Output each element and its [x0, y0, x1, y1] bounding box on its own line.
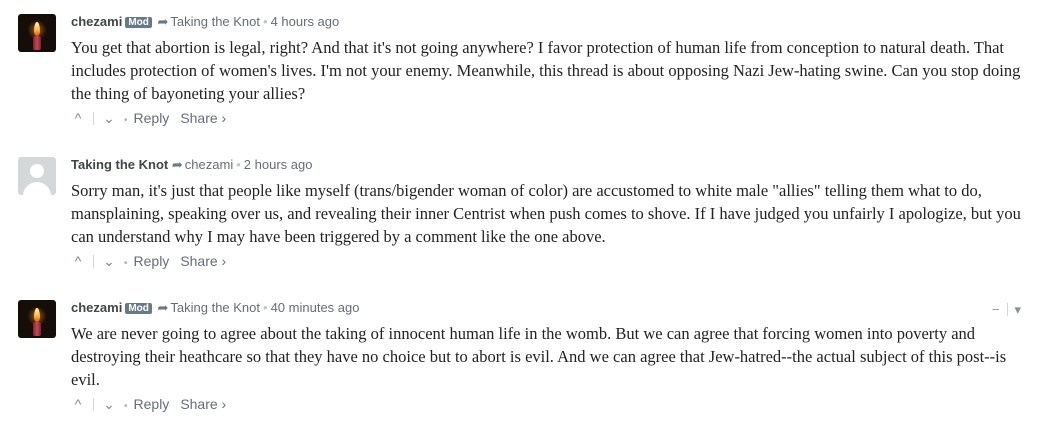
share-button[interactable]: Share › — [180, 396, 226, 412]
default-user-avatar-icon[interactable] — [18, 157, 56, 195]
downvote-icon[interactable]: ⌄ — [102, 252, 116, 270]
comment-header: Taking the Knot ➦ chezami • 2 hours ago — [71, 157, 1033, 173]
vote-divider — [93, 398, 94, 411]
reply-button[interactable]: Reply — [134, 110, 170, 126]
comment-controls: − ▾ — [992, 302, 1021, 318]
timestamp[interactable]: 4 hours ago — [271, 14, 340, 29]
comment-body: You get that abortion is legal, right? A… — [71, 38, 1021, 103]
author-name[interactable]: chezami — [71, 300, 122, 315]
separator-dot: • — [263, 14, 268, 29]
timestamp[interactable]: 2 hours ago — [244, 157, 313, 172]
downvote-icon[interactable]: ⌄ — [102, 395, 116, 413]
comment-footer: ^ ⌄ • Reply Share › — [71, 109, 1033, 127]
reply-arrow-icon: ➦ — [171, 157, 183, 172]
footer-dot: • — [124, 115, 128, 126]
separator-dot: • — [236, 157, 241, 172]
collapse-icon[interactable]: − — [992, 302, 1000, 317]
candle-avatar-icon[interactable] — [18, 14, 56, 52]
upvote-icon[interactable]: ^ — [71, 109, 85, 127]
upvote-icon[interactable]: ^ — [71, 395, 85, 413]
share-button[interactable]: Share › — [180, 110, 226, 126]
comment-body: We are never going to agree about the ta… — [71, 324, 1007, 389]
parent-author-link[interactable]: Taking the Knot — [170, 300, 260, 315]
comment-header: chezami Mod ➦ Taking the Knot • 4 hours ago — [71, 14, 1033, 30]
parent-author-link[interactable]: chezami — [185, 157, 233, 172]
reply-button[interactable]: Reply — [134, 396, 170, 412]
comment-footer: ^ ⌄ • Reply Share › — [71, 395, 1033, 413]
upvote-icon[interactable]: ^ — [71, 252, 85, 270]
controls-divider — [1007, 303, 1009, 316]
comment-footer: ^ ⌄ • Reply Share › — [71, 252, 1033, 270]
separator-dot: • — [263, 300, 268, 315]
vote-divider — [93, 112, 94, 125]
footer-dot: • — [124, 258, 128, 269]
share-button[interactable]: Share › — [180, 253, 226, 269]
candle-avatar-icon[interactable] — [18, 300, 56, 338]
author-name[interactable]: Taking the Knot — [71, 157, 168, 172]
chevron-down-icon[interactable]: ▾ — [1014, 302, 1021, 317]
reply-arrow-icon: ➦ — [157, 14, 169, 29]
vote-divider — [93, 255, 94, 268]
reply-arrow-icon: ➦ — [157, 300, 169, 315]
mod-badge: Mod — [125, 303, 152, 314]
parent-author-link[interactable]: Taking the Knot — [170, 14, 260, 29]
downvote-icon[interactable]: ⌄ — [102, 109, 116, 127]
comment-body: Sorry man, it's just that people like my… — [71, 181, 1021, 246]
comment-header: chezami Mod ➦ Taking the Knot • 40 minutes a… — [71, 300, 1033, 316]
mod-badge: Mod — [125, 17, 152, 28]
author-name[interactable]: chezami — [71, 14, 122, 29]
reply-button[interactable]: Reply — [134, 253, 170, 269]
footer-dot: • — [124, 401, 128, 412]
timestamp[interactable]: 40 minutes ago — [271, 300, 360, 315]
